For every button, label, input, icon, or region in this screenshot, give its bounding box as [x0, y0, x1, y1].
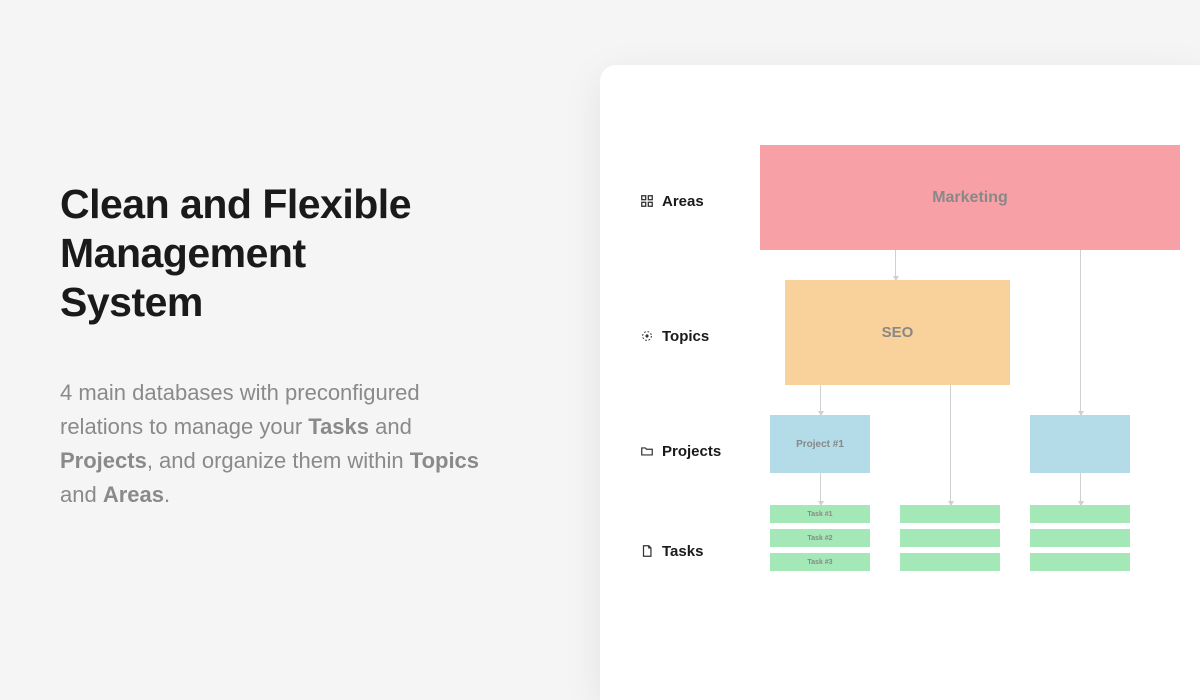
- connector: [950, 385, 951, 505]
- diagram-project-box-1: Project #1: [770, 415, 870, 473]
- row-projects: Projects Project #1: [640, 415, 1200, 485]
- diagram-topic-box: SEO: [785, 280, 1010, 385]
- task-label: Task #1: [807, 511, 832, 518]
- connector: [820, 385, 821, 415]
- desc-bold-areas: Areas: [103, 482, 164, 507]
- task-box: [1030, 529, 1130, 547]
- heading-line-1: Clean and Flexible: [60, 181, 411, 227]
- desc-part: .: [164, 482, 170, 507]
- label-tasks-text: Tasks: [662, 543, 703, 560]
- connector: [820, 473, 821, 505]
- task-box: [900, 529, 1000, 547]
- connector: [895, 250, 896, 280]
- label-projects: Projects: [640, 415, 760, 485]
- task-label: Task #3: [807, 559, 832, 566]
- diagram-card: Areas Marketing Topics: [600, 65, 1200, 700]
- description: 4 main databases with preconfigured rela…: [60, 376, 500, 512]
- folder-icon: [640, 444, 654, 458]
- topic-label: SEO: [882, 324, 914, 341]
- label-topics-text: Topics: [662, 328, 709, 345]
- row-topics: Topics SEO: [640, 280, 1200, 390]
- label-projects-text: Projects: [662, 443, 721, 460]
- label-tasks: Tasks: [640, 505, 760, 595]
- target-icon: [640, 329, 654, 343]
- diagram-area: Areas Marketing Topics: [640, 145, 1200, 625]
- label-topics: Topics: [640, 280, 760, 390]
- connector: [1080, 473, 1081, 505]
- task-box: [900, 553, 1000, 571]
- row-areas: Areas Marketing: [640, 145, 1200, 255]
- desc-part: , and organize them within: [147, 448, 410, 473]
- area-label: Marketing: [932, 189, 1008, 207]
- label-areas: Areas: [640, 145, 760, 255]
- row-tasks: Tasks Task #1 Task #2 Task #3: [640, 505, 1200, 595]
- heading-line-3: System: [60, 279, 203, 325]
- task-box: Task #2: [770, 529, 870, 547]
- desc-part: and: [369, 414, 412, 439]
- desc-part: and: [60, 482, 103, 507]
- right-panel: Areas Marketing Topics: [600, 0, 1200, 700]
- task-label: Task #2: [807, 535, 832, 542]
- task-box: [1030, 553, 1130, 571]
- label-areas-text: Areas: [662, 193, 704, 210]
- desc-bold-topics: Topics: [410, 448, 479, 473]
- task-box: Task #3: [770, 553, 870, 571]
- heading-line-2: Management: [60, 230, 306, 276]
- grid-icon: [640, 194, 654, 208]
- desc-bold-tasks: Tasks: [308, 414, 369, 439]
- connector: [1080, 250, 1081, 415]
- task-box: Task #1: [770, 505, 870, 523]
- project-1-label: Project #1: [796, 439, 844, 450]
- desc-bold-projects: Projects: [60, 448, 147, 473]
- page-title: Clean and Flexible Management System: [60, 180, 560, 328]
- diagram-area-box: Marketing: [760, 145, 1180, 250]
- task-box: [900, 505, 1000, 523]
- document-icon: [640, 544, 654, 558]
- task-box: [1030, 505, 1130, 523]
- diagram-project-box-2: [1030, 415, 1130, 473]
- left-panel: Clean and Flexible Management System 4 m…: [0, 0, 600, 700]
